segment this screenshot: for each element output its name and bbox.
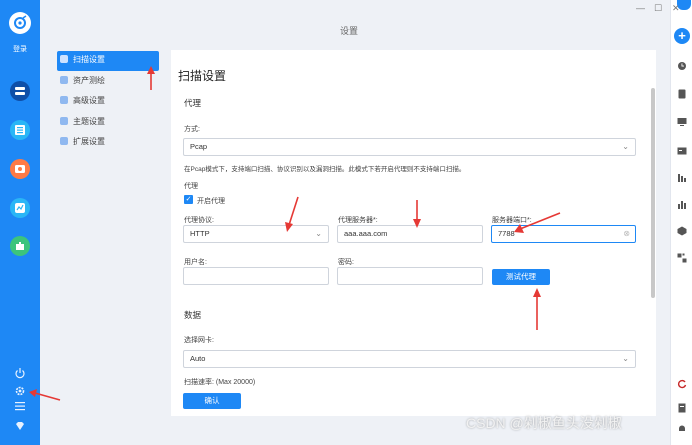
watermark: CSDN @剁椒鱼头没剁椒 xyxy=(466,415,622,431)
annotation-arrows xyxy=(29,66,561,401)
arrow-protocol xyxy=(288,196,299,226)
arrow-port xyxy=(519,212,561,230)
arrow-settings xyxy=(34,392,61,401)
